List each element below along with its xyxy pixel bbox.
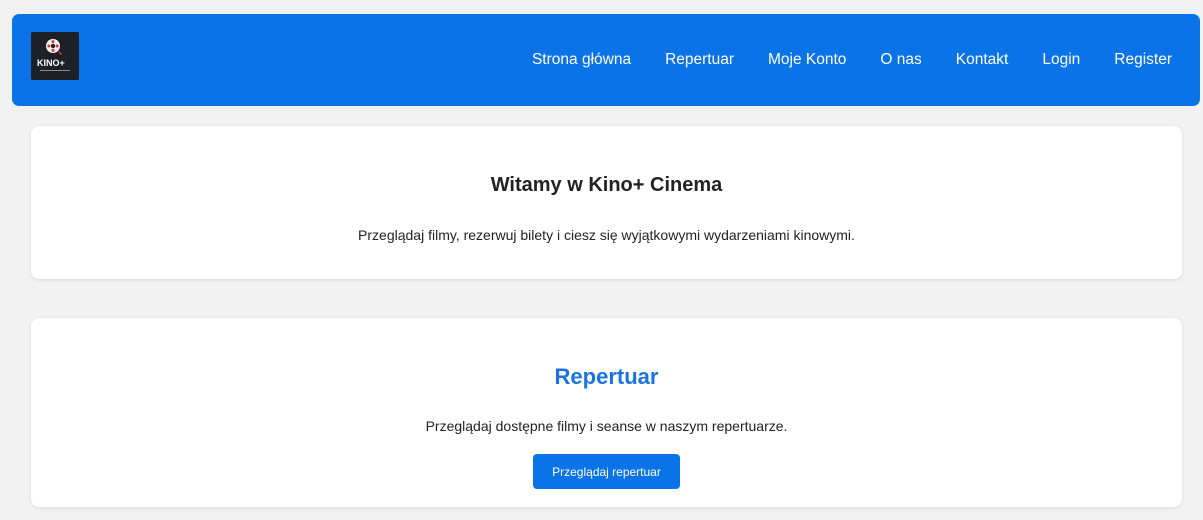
nav-link-contact[interactable]: Kontakt <box>956 51 1009 69</box>
nav-link-register[interactable]: Register <box>1114 51 1172 69</box>
repertoire-text: Przeglądaj dostępne filmy i seanse w nas… <box>425 418 788 434</box>
welcome-title: Witamy w Kino+ Cinema <box>490 174 723 196</box>
navbar: KINO+ Strona główna Repertuar Moje Konto… <box>12 14 1200 106</box>
page: KINO+ Strona główna Repertuar Moje Konto… <box>0 0 1203 520</box>
repertoire-card: Repertuar Przeglądaj dostępne filmy i se… <box>31 318 1182 507</box>
logo-text: KINO+ <box>37 58 65 68</box>
nav-link-login[interactable]: Login <box>1042 51 1080 69</box>
nav-link-my-account[interactable]: Moje Konto <box>768 51 846 69</box>
welcome-text: Przeglądaj filmy, rezerwuj bilety i cies… <box>358 227 855 243</box>
kino-plus-logo-icon: KINO+ <box>31 32 79 80</box>
repertoire-title: Repertuar <box>554 364 659 389</box>
welcome-card: Witamy w Kino+ Cinema Przeglądaj filmy, … <box>31 126 1182 279</box>
nav-links: Strona główna Repertuar Moje Konto O nas… <box>498 14 1172 106</box>
logo-link[interactable]: KINO+ <box>31 32 79 80</box>
nav-link-about[interactable]: O nas <box>880 51 921 69</box>
nav-link-repertoire[interactable]: Repertuar <box>665 51 734 69</box>
browse-repertoire-button[interactable]: Przeglądaj repertuar <box>533 454 680 489</box>
nav-link-home[interactable]: Strona główna <box>532 51 631 69</box>
